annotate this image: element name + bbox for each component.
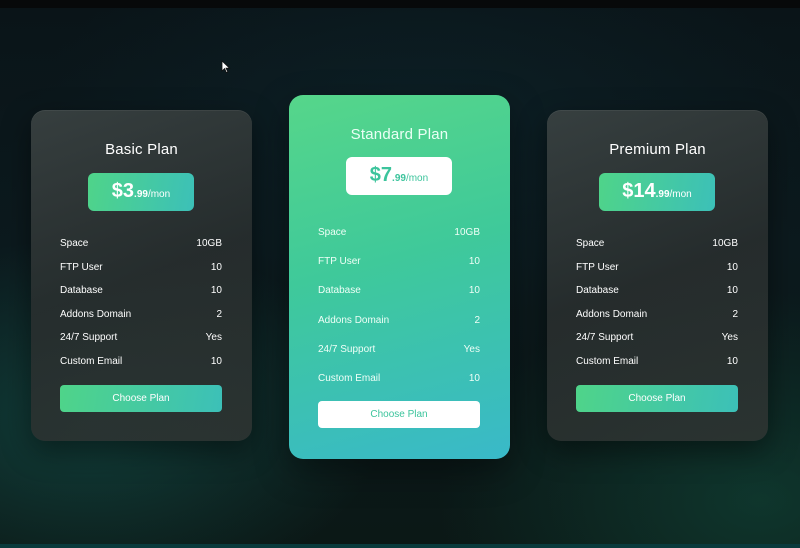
feature-row-database: Database 10 [318,276,480,305]
price-amount: $14 [622,180,656,202]
feature-label: Custom Email [318,373,381,385]
feature-label: Custom Email [576,355,639,367]
feature-row-addons-domain: Addons Domain 2 [318,306,480,335]
feature-value: 10 [726,285,738,297]
feature-label: Space [318,227,347,239]
choose-plan-button-basic[interactable]: Choose Plan [60,385,222,412]
price-amount: $3 [111,180,135,202]
feature-value: 2 [216,308,222,320]
feature-row-custom-email: Custom Email 10 [576,350,738,374]
feature-row-ftp-user: FTP User 10 [318,247,480,276]
pricing-card-premium: Premium Plan $14 .99 /mon Space 10GB FTP … [547,110,768,441]
feature-row-space: Space 10GB [318,218,480,247]
bottom-edge-bar [0,544,800,548]
feature-label: FTP User [576,261,619,273]
feature-row-addons-domain: Addons Domain 2 [576,303,738,327]
price-unit: /mon [669,189,692,200]
feature-label: 24/7 Support [576,332,634,344]
feature-label: Database [60,285,103,297]
feature-value: 2 [474,314,480,326]
feature-value: Yes [721,332,738,344]
feature-label: Addons Domain [576,308,648,320]
feature-row-support: 24/7 Support Yes [576,326,738,350]
feature-row-space: Space 10GB [576,232,738,256]
price-cents: .99 [392,173,406,184]
feature-row-database: Database 10 [60,279,222,303]
choose-plan-button-premium[interactable]: Choose Plan [576,385,738,412]
feature-list: Space 10GB FTP User 10 Database 10 Addons D… [576,232,738,373]
feature-value: 10 [468,256,480,268]
feature-row-support: 24/7 Support Yes [318,335,480,364]
feature-label: Database [576,285,619,297]
feature-label: 24/7 Support [60,332,118,344]
feature-value: 10GB [196,238,222,250]
price-badge: $14 .99 /mon [599,173,715,211]
top-edge-bar [0,0,800,8]
feature-label: Space [576,238,605,250]
feature-row-ftp-user: FTP User 10 [60,256,222,280]
price-cents: .99 [134,189,148,200]
price-unit: /mon [405,173,429,184]
feature-list: Space 10GB FTP User 10 Database 10 Addons D… [318,218,480,393]
feature-value: 2 [732,308,738,320]
feature-label: Addons Domain [60,308,132,320]
feature-label: Space [60,238,89,250]
price-cents: .99 [655,189,670,200]
feature-value: 10GB [454,227,480,239]
price-badge: $7 .99 /mon [346,157,452,195]
feature-value: Yes [205,332,222,344]
feature-row-addons-domain: Addons Domain 2 [60,303,222,327]
feature-label: Addons Domain [318,314,390,326]
feature-label: FTP User [318,256,361,268]
feature-label: FTP User [60,261,103,273]
feature-list: Space 10GB FTP User 10 Database 10 Addons D… [60,232,222,373]
feature-value: 10 [210,261,222,273]
feature-row-database: Database 10 [576,279,738,303]
feature-row-custom-email: Custom Email 10 [318,364,480,393]
feature-row-custom-email: Custom Email 10 [60,350,222,374]
price-unit: /mon [147,189,171,200]
feature-value: 10 [210,285,222,297]
feature-label: 24/7 Support [318,343,376,355]
pricing-card-basic: Basic Plan $3 .99 /mon Space 10GB FTP Use… [31,110,252,441]
pricing-card-standard: Standard Plan $7 .99 /mon Space 10GB FTP … [289,95,510,459]
feature-value: 10 [726,355,738,367]
feature-value: 10 [210,355,222,367]
feature-value: 10 [726,261,738,273]
feature-row-space: Space 10GB [60,232,222,256]
feature-value: 10GB [712,238,738,250]
mouse-pointer-icon [221,60,231,74]
plan-name: Premium Plan [609,141,706,158]
choose-plan-button-standard[interactable]: Choose Plan [318,401,480,428]
feature-label: Database [318,285,361,297]
plan-name: Basic Plan [105,141,178,158]
feature-label: Custom Email [60,355,123,367]
feature-value: Yes [463,343,480,355]
feature-row-support: 24/7 Support Yes [60,326,222,350]
plan-name: Standard Plan [350,126,449,143]
feature-value: 10 [468,373,480,385]
feature-value: 10 [468,285,480,297]
feature-row-ftp-user: FTP User 10 [576,256,738,280]
price-amount: $7 [369,164,393,186]
price-badge: $3 .99 /mon [88,173,194,211]
